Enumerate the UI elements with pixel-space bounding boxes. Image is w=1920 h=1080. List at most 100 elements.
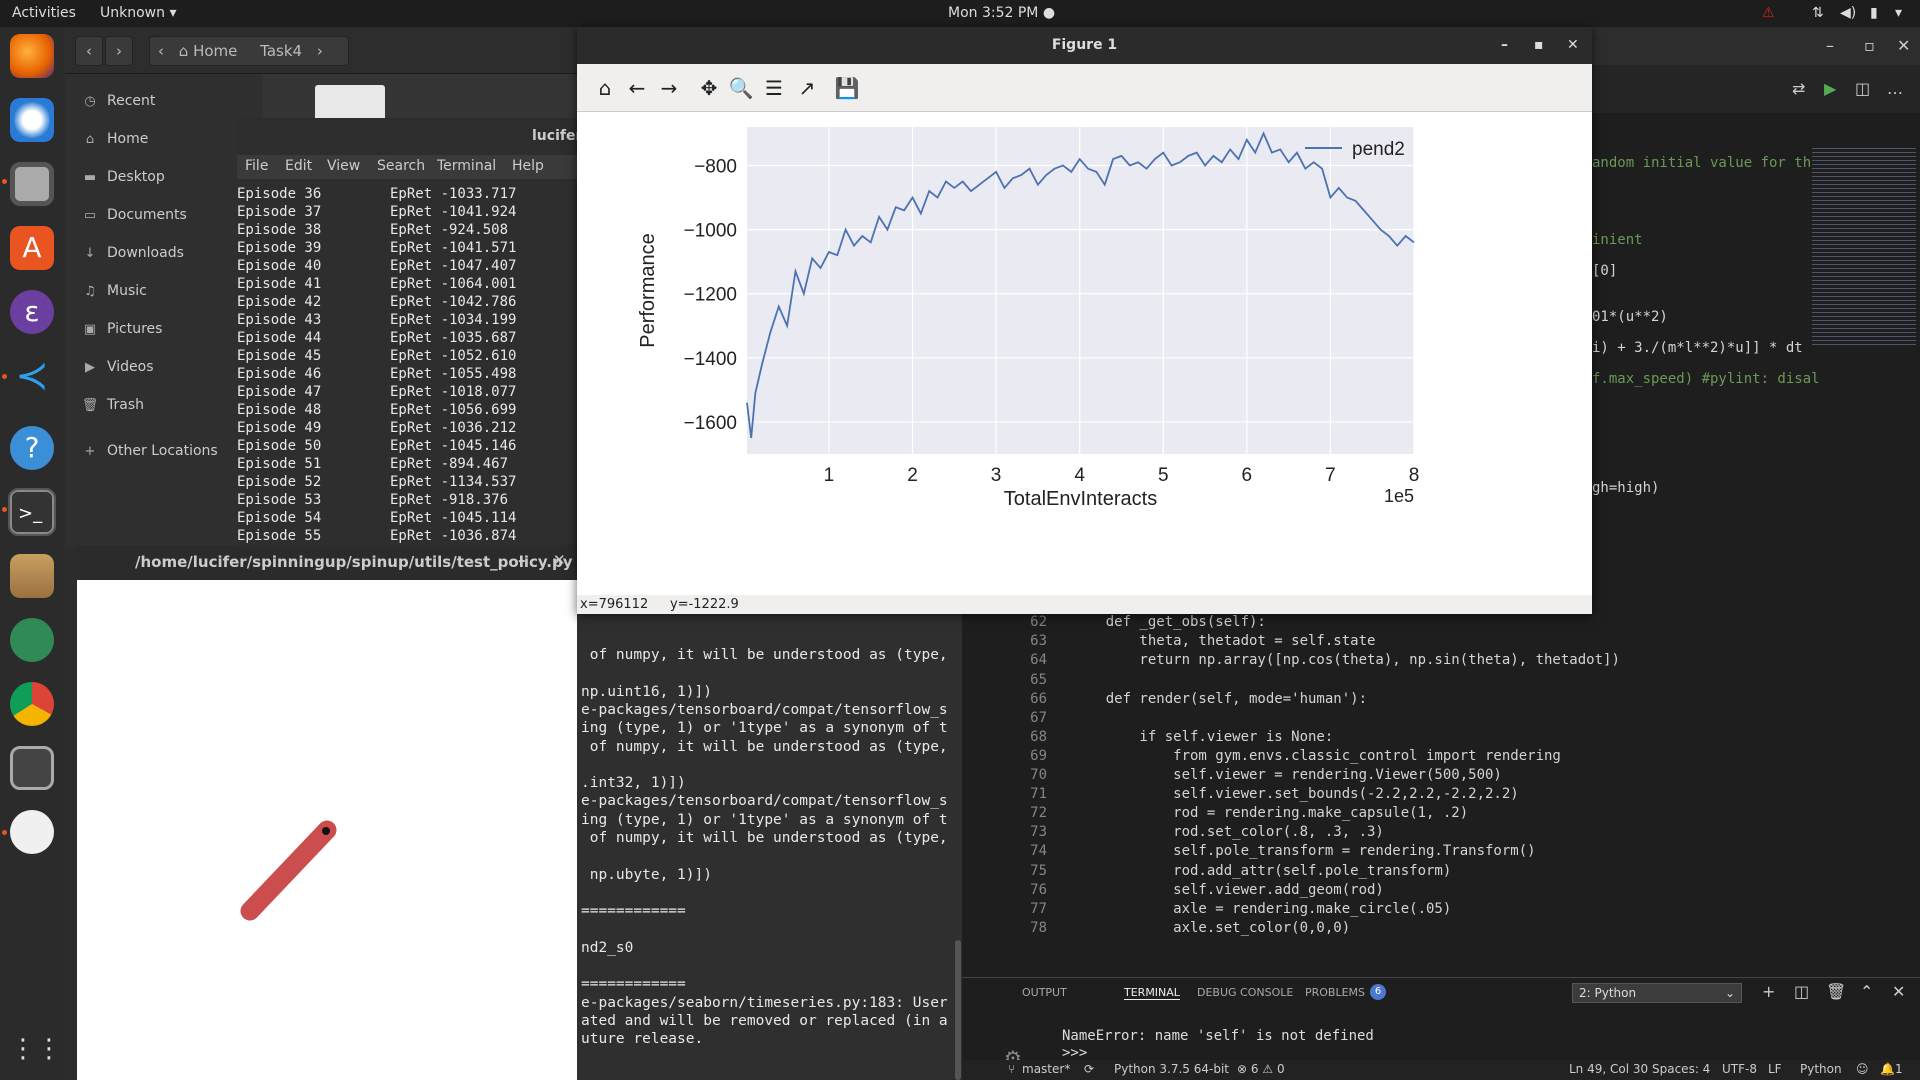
maximize-icon[interactable]: ▫ <box>1864 36 1875 55</box>
language-mode[interactable]: Python <box>1800 1062 1842 1076</box>
compare-icon[interactable]: ⇄ <box>1792 79 1805 98</box>
menu-edit[interactable]: Edit <box>285 158 312 174</box>
chart[interactable]: 1 2 3 4 5 6 7 8 −800 −1000 −1200 −1400 −1600 pend2 Tot… <box>577 112 1592 595</box>
files-icon[interactable] <box>10 162 54 206</box>
save-icon[interactable]: 💾 <box>833 74 861 102</box>
menu-view[interactable]: View <box>327 158 360 174</box>
code-line[interactable]: axle.set_color(0,0,0) <box>1072 920 1350 936</box>
sidebar-item-recent[interactable]: ◷ Recent <box>81 89 155 113</box>
sidebar-item-videos[interactable]: ▶ Videos <box>81 355 154 379</box>
indentation[interactable]: Spaces: 4 <box>1652 1062 1710 1076</box>
sidebar-item-trash[interactable]: 🗑 Trash <box>81 393 144 417</box>
split-terminal-icon[interactable]: ◫ <box>1794 982 1809 1001</box>
code-line[interactable]: rod.add_attr(self.pole_transform) <box>1072 863 1451 879</box>
code-line[interactable]: from gym.envs.classic_control import ren… <box>1072 748 1561 764</box>
close-icon[interactable]: ✕ <box>1567 27 1579 64</box>
code-line[interactable]: rod = rendering.make_capsule(1, .2) <box>1072 805 1468 821</box>
close-icon[interactable]: ✕ <box>1897 36 1910 55</box>
path-task4[interactable]: Task4 <box>260 42 302 60</box>
code-line[interactable]: theta, thetadot = self.state <box>1072 633 1375 649</box>
more-icon[interactable]: … <box>1887 79 1903 98</box>
maximize-panel-icon[interactable]: ⌃ <box>1860 982 1873 1001</box>
python-game-icon[interactable] <box>10 810 54 854</box>
run-icon[interactable]: ▶ <box>1824 79 1836 98</box>
code-line[interactable]: return np.array([np.cos(theta), np.sin(t… <box>1072 652 1619 668</box>
sidebar-item-desktop[interactable]: ▬ Desktop <box>81 165 165 189</box>
code-line[interactable]: self.viewer.add_geom(rod) <box>1072 882 1384 898</box>
code-line[interactable]: axle = rendering.make_circle(.05) <box>1072 901 1451 917</box>
terminal-output-window[interactable]: of numpy, it will be understood as (type… <box>577 610 962 1080</box>
python-interpreter[interactable]: Python 3.7.5 64-bit <box>1114 1062 1229 1076</box>
forward-icon[interactable]: → <box>655 74 683 102</box>
code-line[interactable]: rod.set_color(.8, .3, .3) <box>1072 824 1384 840</box>
thunderbird-icon[interactable] <box>10 98 54 142</box>
sidebar-item-other-locations[interactable]: + Other Locations <box>81 439 218 463</box>
terminal-error-line[interactable]: NameError: name 'self' is not defined <box>1062 1028 1374 1044</box>
trash-icon[interactable]: 🗑 <box>1826 982 1846 1001</box>
split-editor-icon[interactable]: ◫ <box>1855 79 1870 98</box>
terminal-icon[interactable]: >_ <box>8 488 56 536</box>
battery-icon[interactable]: ▮ <box>1870 5 1878 21</box>
terminal-select[interactable]: 2: Python ⌄ <box>1572 983 1742 1003</box>
menu-search[interactable]: Search <box>377 158 425 174</box>
tab-debug-console[interactable]: DEBUG CONSOLE <box>1197 986 1293 999</box>
path-home[interactable]: Home <box>193 42 237 60</box>
sidebar-item-home[interactable]: ⌂ Home <box>81 127 148 151</box>
add-terminal-icon[interactable]: + <box>1762 982 1775 1001</box>
maximize-icon[interactable]: ▪ <box>1534 27 1544 64</box>
notifications-icon[interactable]: 🔔1 <box>1880 1062 1903 1076</box>
tab-output[interactable]: OUTPUT <box>1022 986 1067 999</box>
sync-icon[interactable]: ⟳ <box>1084 1062 1094 1076</box>
cursor-position[interactable]: Ln 49, Col 30 <box>1569 1062 1648 1076</box>
menu-terminal[interactable]: Terminal <box>437 158 496 174</box>
chevron-right-icon[interactable]: › <box>317 42 323 60</box>
code-line[interactable]: self.viewer = rendering.Viewer(500,500) <box>1072 767 1502 783</box>
minimize-icon[interactable]: – <box>1826 36 1834 55</box>
app-menu[interactable]: Unknown ▾ <box>100 5 176 21</box>
tab-terminal[interactable]: TERMINAL <box>1124 986 1180 1000</box>
minimize-icon[interactable]: – <box>518 551 526 569</box>
home-icon[interactable]: ⌂ <box>591 74 619 102</box>
sidebar-item-music[interactable]: ♫ Music <box>81 279 147 303</box>
screen-recorder-icon[interactable] <box>10 746 54 790</box>
code-line[interactable]: def _get_obs(self): <box>1072 614 1266 630</box>
software-center-icon[interactable]: A <box>10 226 54 270</box>
clock[interactable]: Mon 3:52 PM ● <box>948 5 1055 21</box>
line-ending[interactable]: LF <box>1768 1062 1782 1076</box>
code-line[interactable]: self.pole_transform = rendering.Transfor… <box>1072 843 1535 859</box>
system-menu-icon[interactable]: ▾ <box>1895 5 1902 21</box>
code-line[interactable]: if self.viewer is None: <box>1072 729 1333 745</box>
menu-file[interactable]: File <box>245 158 268 174</box>
minimize-icon[interactable]: – <box>1501 27 1508 64</box>
encoding[interactable]: UTF-8 <box>1722 1062 1757 1076</box>
close-panel-icon[interactable]: ✕ <box>1892 982 1905 1001</box>
forward-button[interactable]: › <box>105 36 133 66</box>
file-manager-globe-icon[interactable] <box>10 554 54 598</box>
menu-help[interactable]: Help <box>512 158 544 174</box>
show-applications-icon[interactable]: ⋮⋮ <box>10 1027 62 1071</box>
atom-icon[interactable] <box>10 618 54 662</box>
back-button[interactable]: ‹ <box>75 36 103 66</box>
sidebar-item-downloads[interactable]: ↓ Downloads <box>81 241 184 265</box>
activities-button[interactable]: Activities <box>12 5 76 21</box>
terminal-prompt[interactable]: >>> <box>1062 1045 1087 1061</box>
volume-icon[interactable]: ◀) <box>1840 5 1856 21</box>
help-icon[interactable]: ? <box>10 426 54 470</box>
sidebar-item-documents[interactable]: ▭ Documents <box>81 203 187 227</box>
vscode-icon[interactable]: ≺ <box>10 354 54 398</box>
scrollbar[interactable] <box>955 940 961 1080</box>
minimap[interactable] <box>1812 145 1916 345</box>
firefox-icon[interactable] <box>10 34 54 78</box>
tab-problems[interactable]: PROBLEMS <box>1305 986 1365 999</box>
sidebar-item-pictures[interactable]: ▣ Pictures <box>81 317 163 341</box>
close-icon[interactable]: ✕ <box>553 551 566 569</box>
chevron-left-icon[interactable]: ‹ <box>158 42 164 60</box>
zoom-icon[interactable]: 🔍 <box>727 74 755 102</box>
network-icon[interactable]: ⇅ <box>1812 5 1824 21</box>
code-line[interactable]: self.viewer.set_bounds(-2.2,2.2,-2.2,2.2… <box>1072 786 1519 802</box>
back-icon[interactable]: ← <box>623 74 651 102</box>
code-line[interactable]: def render(self, mode='human'): <box>1072 691 1367 707</box>
feedback-icon[interactable]: ☺ <box>1856 1062 1869 1076</box>
pan-icon[interactable]: ✥ <box>695 74 723 102</box>
errors-warnings[interactable]: ⊗ 6 ⚠ 0 <box>1237 1062 1285 1076</box>
